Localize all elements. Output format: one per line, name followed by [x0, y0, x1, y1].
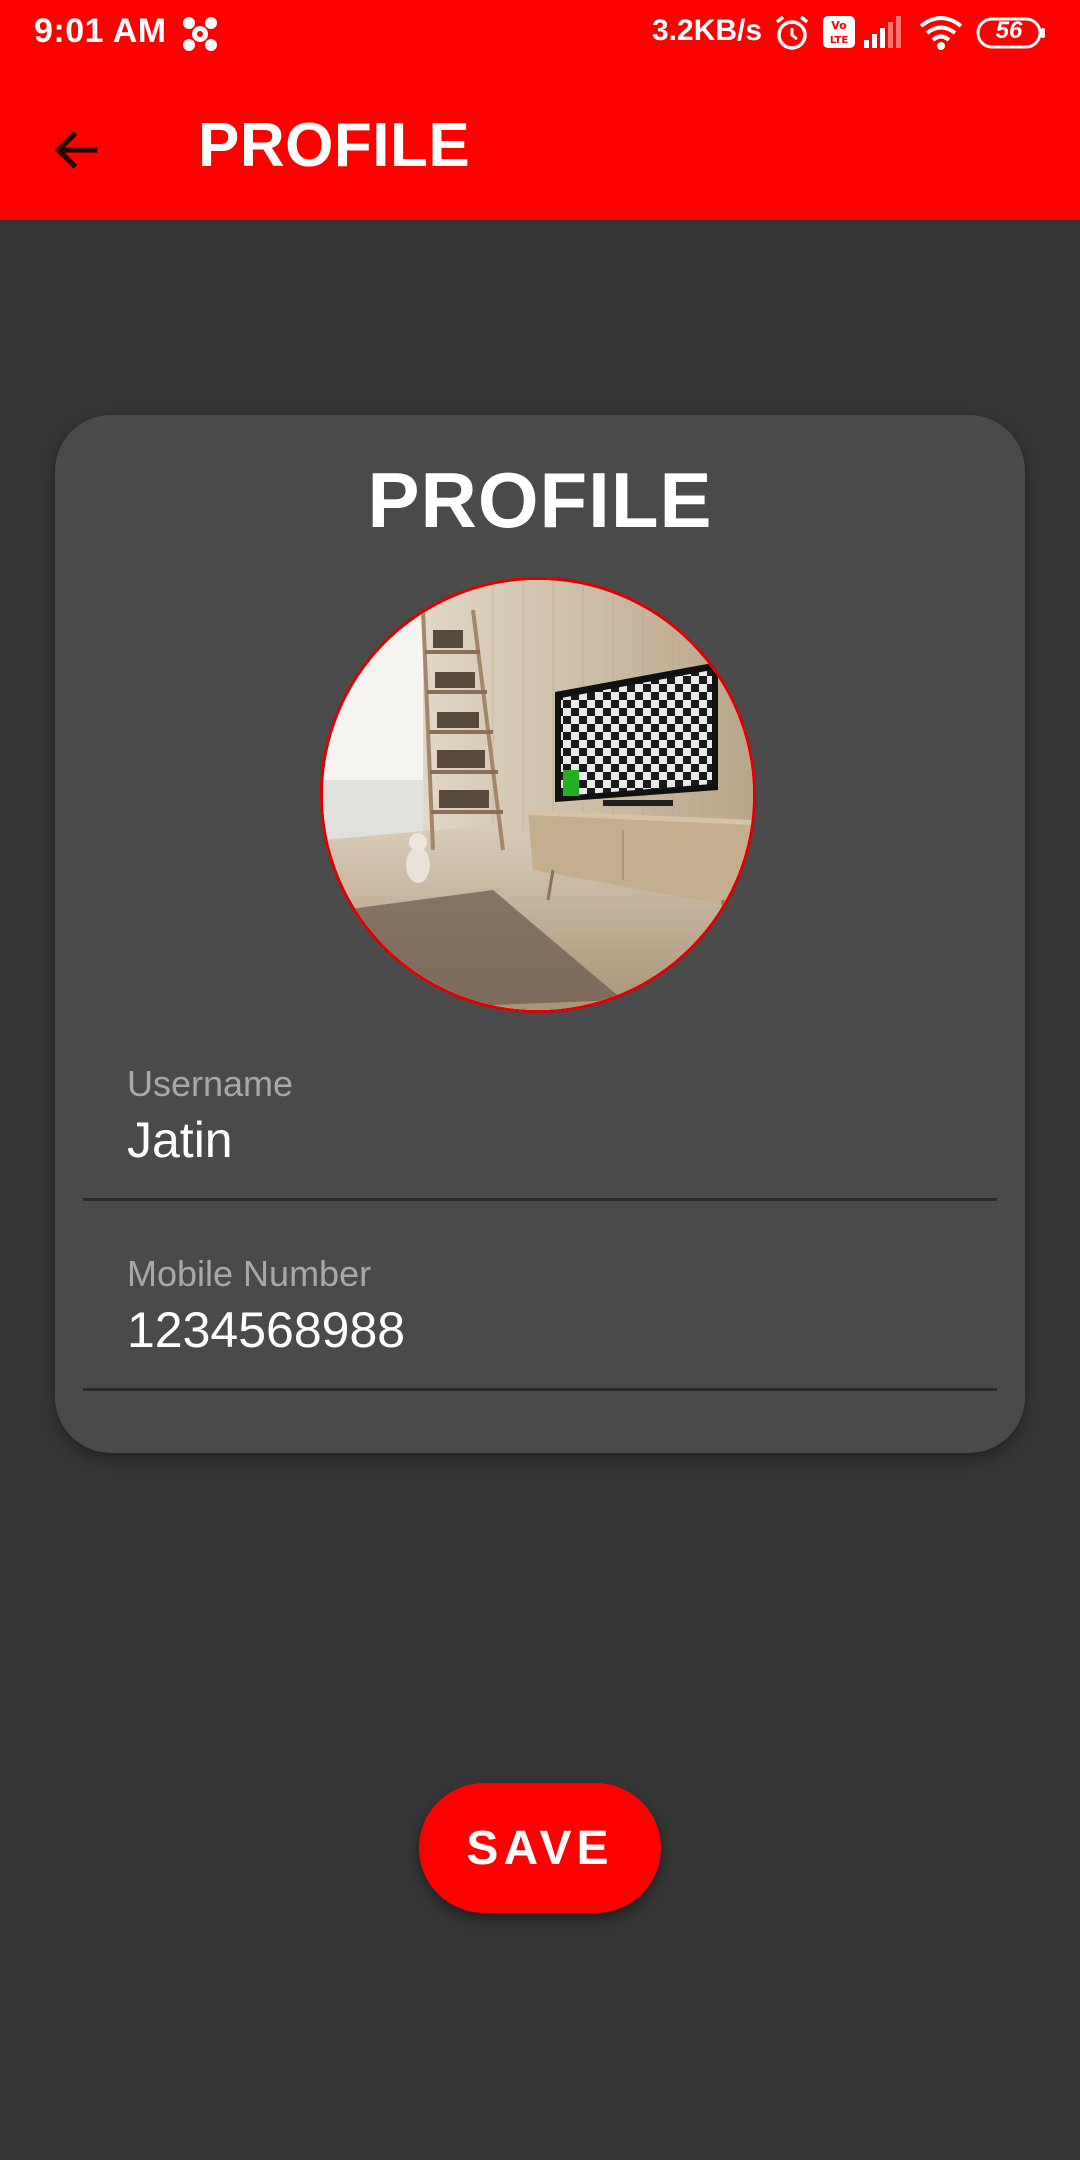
svg-text:Vo: Vo	[831, 19, 847, 32]
mobile-number-underline	[83, 1388, 997, 1391]
profile-avatar[interactable]	[320, 577, 756, 1013]
battery-icon: 56	[976, 16, 1046, 55]
wifi-icon	[918, 14, 964, 57]
status-bar: 9:01 AM 3.2KB/s Vo LTE 56	[0, 0, 1080, 66]
username-input[interactable]: Jatin	[127, 1111, 233, 1169]
profile-photo	[323, 580, 753, 1010]
svg-text:LTE: LTE	[830, 35, 849, 46]
volte-icon: Vo LTE	[822, 14, 856, 55]
save-button-label: SAVE	[466, 1821, 614, 1875]
back-button[interactable]	[34, 108, 118, 192]
page-title: PROFILE	[198, 111, 471, 180]
mobile-number-input[interactable]: 1234568988	[127, 1301, 405, 1359]
alarm-icon	[774, 14, 810, 57]
profile-card: PROFILE Username Jatin Mobile Number 123…	[55, 415, 1025, 1453]
username-field[interactable]: Username Jatin	[83, 1063, 997, 1223]
arrow-left-icon	[54, 131, 98, 169]
status-time: 9:01 AM	[34, 12, 167, 50]
signal-icon	[862, 14, 904, 55]
username-label: Username	[127, 1063, 294, 1104]
app-notification-icon	[180, 14, 220, 54]
card-title: PROFILE	[367, 456, 713, 544]
profile-screen: 9:01 AM 3.2KB/s Vo LTE 56 PROFILE PROFIL…	[0, 0, 1080, 2160]
mobile-number-field[interactable]: Mobile Number 1234568988	[83, 1253, 997, 1413]
battery-level: 56	[995, 17, 1023, 44]
mobile-number-label: Mobile Number	[127, 1253, 372, 1294]
username-underline	[83, 1198, 997, 1201]
network-speed: 3.2KB/s	[652, 14, 763, 47]
app-bar: PROFILE	[0, 66, 1080, 220]
save-button[interactable]: SAVE	[419, 1783, 661, 1913]
